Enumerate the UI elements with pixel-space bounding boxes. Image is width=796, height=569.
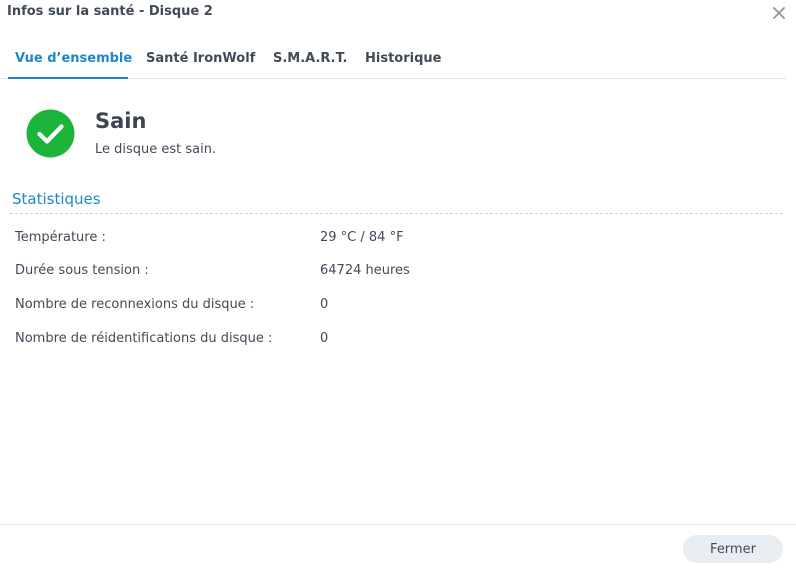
tab-history[interactable]: Historique bbox=[365, 51, 441, 66]
reconnections-value: 0 bbox=[320, 297, 329, 312]
section-divider bbox=[10, 213, 783, 214]
reidentifications-label: Nombre de réidentifications du disque : bbox=[15, 331, 273, 346]
power-on-hours-value: 64724 heures bbox=[320, 263, 410, 278]
tab-smart[interactable]: S.M.A.R.T. bbox=[273, 51, 347, 66]
check-circle-icon bbox=[26, 109, 75, 158]
tab-bar: Vue d’ensemble Santé IronWolf S.M.A.R.T.… bbox=[0, 40, 786, 79]
close-icon[interactable] bbox=[770, 4, 788, 22]
tab-overview[interactable]: Vue d’ensemble bbox=[15, 51, 132, 66]
temperature-label: Température : bbox=[15, 230, 106, 245]
reconnections-label: Nombre de reconnexions du disque : bbox=[15, 297, 255, 312]
status-description: Le disque est sain. bbox=[95, 142, 217, 157]
close-button[interactable]: Fermer bbox=[683, 535, 783, 563]
titlebar: Infos sur la santé - Disque 2 bbox=[0, 0, 796, 30]
temperature-value: 29 °C / 84 °F bbox=[320, 230, 404, 245]
footer-divider bbox=[0, 524, 796, 525]
health-info-dialog: Infos sur la santé - Disque 2 Vue d’ense… bbox=[0, 0, 796, 569]
power-on-hours-label: Durée sous tension : bbox=[15, 263, 149, 278]
tab-ironwolf-health[interactable]: Santé IronWolf bbox=[146, 51, 255, 66]
active-tab-indicator bbox=[8, 77, 128, 79]
status-title: Sain bbox=[95, 109, 147, 133]
reidentifications-value: 0 bbox=[320, 331, 329, 346]
statistics-heading: Statistiques bbox=[12, 190, 101, 208]
window-title: Infos sur la santé - Disque 2 bbox=[7, 4, 213, 19]
